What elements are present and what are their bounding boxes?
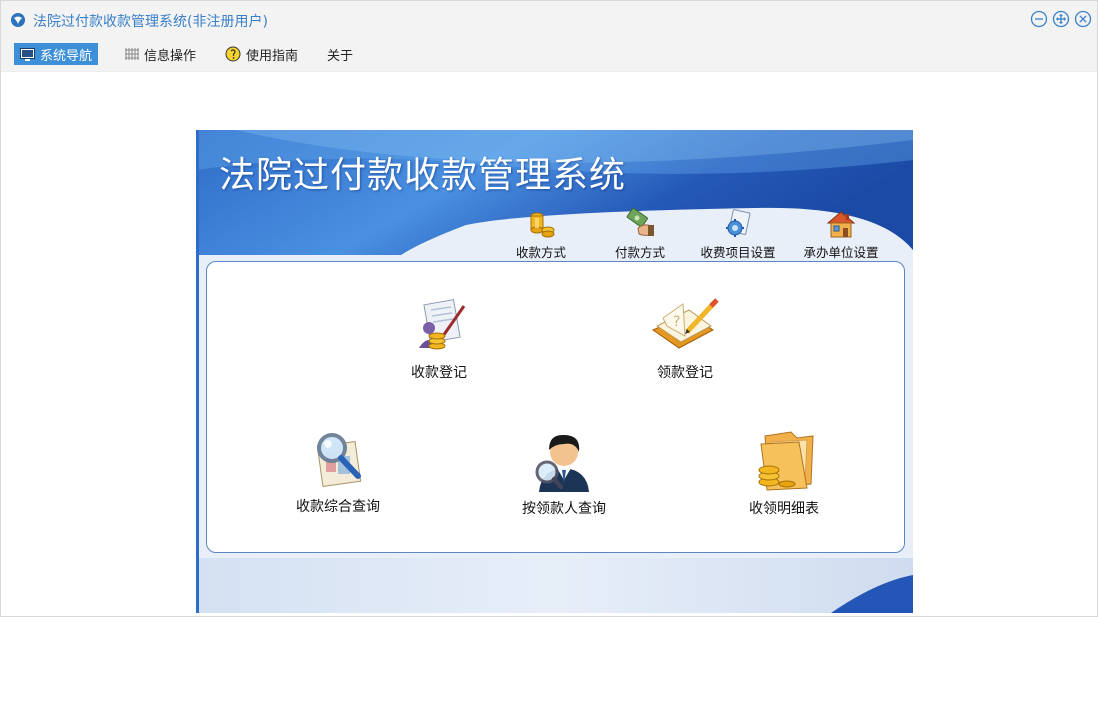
tool-label: 收费项目设置 — [700, 245, 776, 260]
action-label: 收领明细表 — [749, 501, 819, 517]
actions-box: 收款登记 ? 领款登记 收款综合查询 按领款人查询 收领明细表 — [206, 261, 905, 553]
action-label: 按领款人查询 — [522, 501, 606, 517]
house-icon — [826, 211, 856, 238]
receipt-register-icon — [419, 299, 466, 350]
panel-title: 法院过付款收款管理系统 — [219, 155, 627, 196]
action-label: 收款登记 — [411, 365, 467, 381]
menu-label: 使用指南 — [246, 48, 299, 64]
money-hand-icon — [626, 208, 654, 236]
action-receipt-comprehensive-query[interactable]: 收款综合查询 — [263, 430, 413, 516]
menu-label: 信息操作 — [144, 48, 197, 64]
navigation-panel: 法院过付款收款管理系统 收款方式 付款方式 收费项目设置 承办单位设置 收款登记… — [196, 130, 913, 613]
grid-icon — [125, 48, 139, 60]
action-payout-register[interactable]: ? 领款登记 — [610, 296, 760, 382]
svg-text:?: ? — [673, 314, 680, 330]
menu-bar: 系统导航 信息操作 使用指南 关于 — [1, 39, 1097, 72]
folder-coins-icon — [758, 431, 814, 491]
app-logo-icon — [11, 13, 25, 27]
lightbulb-icon — [225, 46, 241, 62]
action-receipt-register[interactable]: 收款登记 — [364, 296, 514, 382]
tool-label: 承办单位设置 — [803, 245, 879, 260]
title-bar: 法院过付款收款管理系统(非注册用户) — [1, 1, 1097, 39]
action-receipt-payout-detail[interactable]: 收领明细表 — [709, 430, 859, 518]
tool-undertaking-unit-settings[interactable]: 承办单位设置 — [791, 208, 891, 261]
app-window: 法院过付款收款管理系统(非注册用户) 系统导航 信息操作 使用指南 关于 法院过… — [0, 0, 1098, 617]
menu-label: 系统导航 — [40, 48, 93, 64]
menu-about[interactable]: 关于 — [321, 43, 359, 65]
menu-user-guide[interactable]: 使用指南 — [219, 43, 304, 65]
tool-label: 付款方式 — [614, 245, 665, 260]
minimize-icon[interactable] — [1030, 10, 1048, 28]
action-label: 领款登记 — [657, 365, 713, 381]
tool-label: 收款方式 — [515, 245, 566, 260]
action-query-by-payee[interactable]: 按领款人查询 — [489, 430, 639, 518]
monitor-icon — [20, 47, 35, 61]
person-search-icon — [535, 434, 589, 492]
tool-fee-item-settings[interactable]: 收费项目设置 — [688, 208, 788, 261]
close-icon[interactable] — [1074, 10, 1092, 28]
settings-document-icon — [726, 209, 751, 237]
window-title: 法院过付款收款管理系统(非注册用户) — [33, 14, 268, 30]
menu-info-ops[interactable]: 信息操作 — [119, 43, 202, 65]
content-area: 法院过付款收款管理系统 收款方式 付款方式 收费项目设置 承办单位设置 收款登记… — [1, 73, 1097, 616]
tool-payment-receipt-method[interactable]: 收款方式 — [491, 208, 591, 261]
action-label: 收款综合查询 — [296, 499, 380, 515]
maximize-icon[interactable] — [1052, 10, 1070, 28]
tool-payment-method[interactable]: 付款方式 — [590, 208, 690, 261]
menu-system-nav[interactable]: 系统导航 — [14, 43, 99, 65]
menu-label: 关于 — [327, 48, 354, 64]
coins-icon — [530, 212, 555, 238]
magnifier-document-icon — [316, 433, 362, 488]
notebook-pencil-icon: ? — [651, 298, 719, 349]
